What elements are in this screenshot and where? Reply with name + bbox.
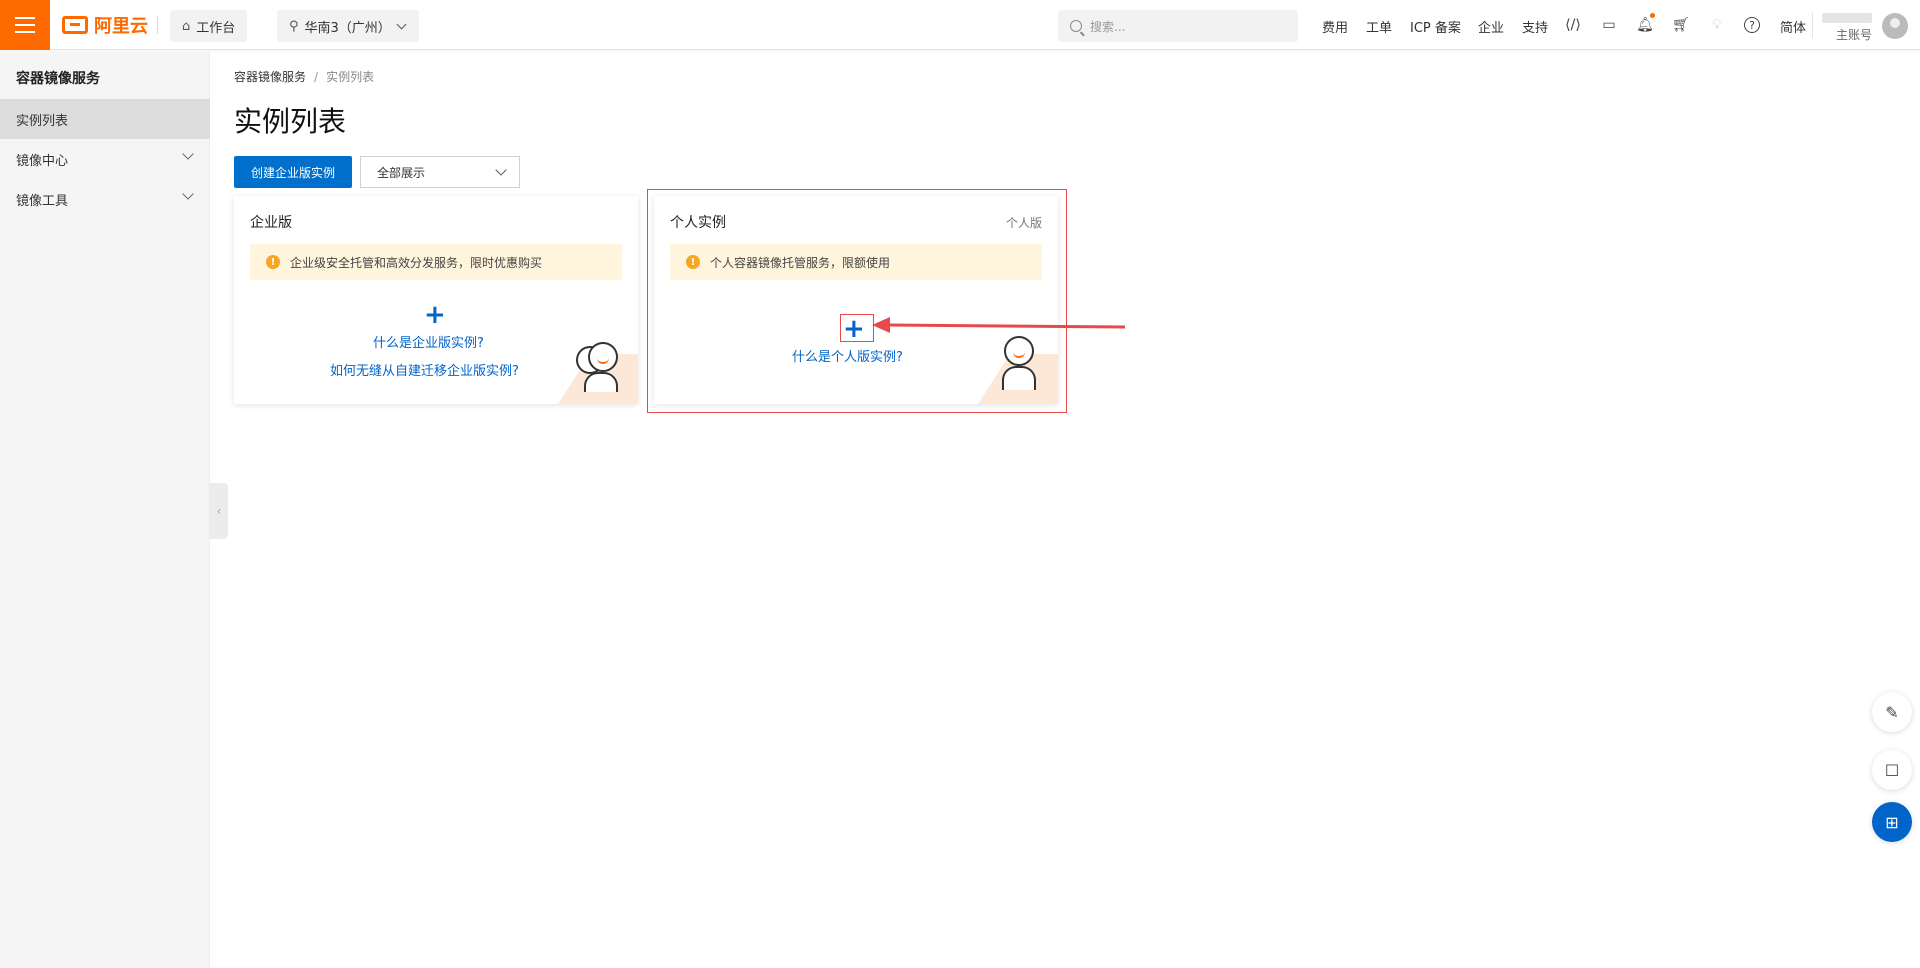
enterprise-card: 企业版 ! 企业级安全托管和高效分发服务，限时优惠购买 + 什么是企业版实例? …: [234, 196, 638, 404]
breadcrumb-current: 实例列表: [326, 70, 375, 84]
language-switch[interactable]: 简体: [1780, 17, 1806, 36]
breadcrumb: 容器镜像服务 / 实例列表: [234, 68, 374, 85]
cloud-shell-icon[interactable]: ⟨/⟩: [1564, 16, 1582, 34]
divider: [1812, 12, 1813, 38]
body-icon: [584, 372, 618, 392]
nav-fees[interactable]: 费用: [1322, 17, 1348, 36]
sidebar-item-label: 镜像中心: [16, 153, 69, 169]
region-selector[interactable]: ⚲ 华南3（广州）: [277, 10, 419, 42]
sidebar-item-instances[interactable]: 实例列表: [0, 99, 210, 139]
top-bar: 阿里云 ⌂ 工作台 ⚲ 华南3（广州） 搜索... 费用 工单 ICP 备案 企…: [0, 0, 1920, 50]
add-enterprise-instance-button[interactable]: +: [424, 302, 446, 328]
search-placeholder: 搜索...: [1090, 19, 1126, 34]
location-icon: ⚲: [289, 18, 299, 34]
breadcrumb-root[interactable]: 容器镜像服务: [234, 70, 306, 84]
nav-enterprise[interactable]: 企业: [1478, 17, 1504, 36]
pencil-icon: ✎: [1885, 702, 1899, 722]
notice-text: 企业级安全托管和高效分发服务，限时优惠购买: [290, 255, 543, 270]
migrate-enterprise-link[interactable]: 如何无缝从自建迁移企业版实例?: [330, 360, 519, 379]
apps-button[interactable]: ⊞: [1872, 802, 1912, 842]
filter-value: 全部展示: [377, 165, 426, 180]
chevron-down-icon: [182, 148, 194, 160]
annotation-highlight-box: [647, 189, 1067, 413]
edit-feedback-button[interactable]: ✎: [1872, 692, 1912, 732]
notice-banner: ! 企业级安全托管和高效分发服务，限时优惠购买: [250, 244, 622, 280]
page-title: 实例列表: [234, 105, 347, 138]
notification-dot: [1650, 13, 1655, 18]
workbench-label: 工作台: [196, 20, 236, 36]
nav-icp[interactable]: ICP 备案: [1410, 17, 1461, 36]
annotation-plus-box: [840, 314, 874, 342]
aliyun-logo[interactable]: 阿里云: [62, 13, 148, 37]
sidebar: 容器镜像服务 实例列表 镜像中心 镜像工具: [0, 51, 210, 968]
sidebar-collapse-button[interactable]: ‹: [210, 483, 228, 539]
sidebar-item-label: 镜像工具: [16, 193, 69, 209]
lightbulb-icon[interactable]: 💡︎: [1708, 16, 1726, 34]
annotation-arrow: [872, 317, 1126, 333]
chevron-left-icon: ‹: [216, 504, 222, 518]
chevron-down-icon: [495, 164, 507, 176]
chat-icon: ☐: [1884, 760, 1900, 780]
filter-select[interactable]: 全部展示: [360, 156, 520, 188]
terminal-icon[interactable]: ▭: [1600, 16, 1618, 34]
sidebar-item-image-tools[interactable]: 镜像工具: [0, 179, 210, 219]
sidebar-item-image-center[interactable]: 镜像中心: [0, 139, 210, 179]
chevron-down-icon: [396, 19, 407, 30]
breadcrumb-separator: /: [314, 70, 319, 84]
help-icon[interactable]: ?: [1744, 17, 1760, 33]
sidebar-title: 容器镜像服务: [16, 71, 100, 87]
home-icon: ⌂: [182, 18, 191, 34]
warning-icon: !: [266, 255, 280, 269]
account-id-blurred: [1822, 13, 1872, 23]
divider: [157, 16, 158, 34]
nav-support[interactable]: 支持: [1522, 17, 1548, 36]
search-icon: [1070, 20, 1082, 32]
sidebar-item-label: 实例列表: [16, 113, 69, 129]
chat-button[interactable]: ☐: [1872, 750, 1912, 790]
grid-icon: ⊞: [1885, 812, 1899, 832]
workbench-button[interactable]: ⌂ 工作台: [170, 10, 248, 42]
bell-icon[interactable]: 🔔︎: [1636, 16, 1654, 34]
chevron-down-icon: [182, 188, 194, 200]
face-icon: [588, 342, 618, 372]
card-title: 企业版: [250, 215, 292, 231]
search-input[interactable]: 搜索...: [1058, 10, 1298, 42]
menu-icon[interactable]: [0, 0, 50, 50]
cart-icon[interactable]: 🛒︎: [1672, 16, 1690, 34]
region-label: 华南3（广州）: [304, 20, 391, 36]
account-label[interactable]: 主账号: [1836, 26, 1872, 43]
avatar[interactable]: [1882, 13, 1908, 39]
logo-text: 阿里云: [94, 16, 148, 37]
logo-icon: [62, 16, 88, 34]
what-is-enterprise-link[interactable]: 什么是企业版实例?: [373, 332, 484, 351]
create-enterprise-instance-button[interactable]: 创建企业版实例: [234, 156, 352, 188]
nav-tickets[interactable]: 工单: [1366, 17, 1392, 36]
